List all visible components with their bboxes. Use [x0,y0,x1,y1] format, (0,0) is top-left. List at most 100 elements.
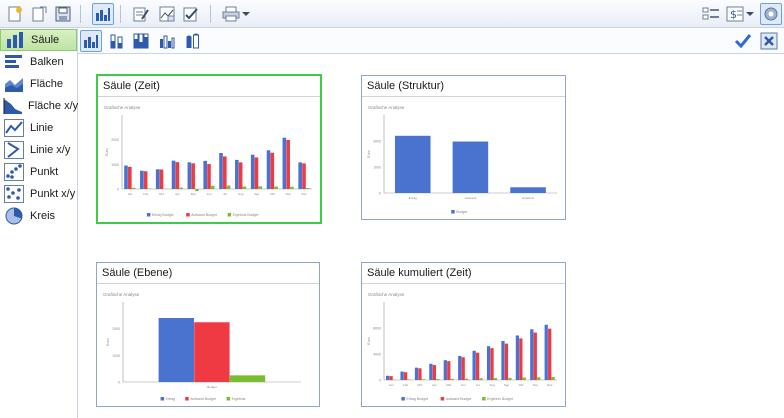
x-tick-label: Jun [207,192,212,196]
bar [479,378,483,380]
line-xy-chart-icon [3,140,25,160]
legend-label: Budget [456,210,467,214]
column-3d-icon[interactable] [156,30,178,52]
chart-title: Grafische Analyse [368,292,405,297]
x-tick-label: Mrz [159,192,164,196]
bar [386,375,390,380]
save-icon[interactable] [52,3,74,25]
edit-icon[interactable] [130,3,152,25]
sidebar-item-label: Säule [31,34,60,46]
chart-title: Grafische Analyse [103,292,140,297]
sidebar-item-kreis[interactable]: Kreis [0,205,77,227]
x-tick-label: Dez [547,383,553,387]
y-tick-label: 1000 [111,163,119,167]
chart-card-saeule-zeit[interactable]: Säule (Zeit) Grafische Analyse 0 1000 2000 E… [96,74,322,224]
legend-swatch [186,213,190,217]
chart-preview: Grafische Analyse 0 1000 2000 Euro Ertrag Aufw… [367,105,557,214]
x-tick-label: Sep [254,192,260,196]
x-tick-label: Nov [286,192,292,196]
column-cylinder-icon[interactable] [182,30,204,52]
y-tick-label: 0 [118,381,120,385]
sidebar-item-flaeche[interactable]: Fläche [0,73,77,95]
bar [389,376,393,380]
x-tick-label: Mrz [418,383,423,387]
bar [195,189,199,191]
x-tick-label: Ergebnis [522,196,534,200]
bar [418,368,422,380]
sidebar-item-saeule[interactable]: Säule [0,29,77,51]
confirm-check-icon[interactable] [732,30,754,52]
toolbar-separator [80,5,81,23]
sidebar-item-punkt[interactable]: Punkt [0,161,77,183]
print-dropdown-chevron-icon[interactable] [240,3,252,25]
column-stacked-icon[interactable] [106,30,128,52]
bar [290,186,294,189]
legend-swatch [451,210,455,214]
chart-card-saeule-ebene[interactable]: Säule (Ebene) Grafische Analyse 0 1000 2000… [96,262,320,407]
chart-type-sidebar: Säule Balken Fläche Fläche x/y Linie Lin… [0,28,78,418]
close-x-icon[interactable] [758,30,780,52]
bar [187,162,192,189]
chart-variant-toolbar [78,28,784,54]
chart-title: Grafische Analyse [368,105,405,110]
bar [128,166,132,189]
sidebar-item-punkt-xy[interactable]: Punkt x/y [0,183,77,205]
bar [450,378,454,380]
new-document-icon[interactable] [4,3,26,25]
bar [229,375,266,382]
chart-card-saeule-kumuliert-zeit[interactable]: Säule kumuliert (Zeit) Grafische Analyse… [361,262,566,407]
x-tick-label: Budget [207,385,217,389]
card-title: Säule (Zeit) [103,80,160,92]
legend-swatch [160,397,165,401]
bar [250,154,255,189]
legend-label: Aufwand Budget [190,397,216,401]
bar [203,160,207,189]
bar [548,328,552,380]
bar [274,186,278,189]
open-document-icon[interactable] [28,3,50,25]
sidebar-item-flaeche-xy[interactable]: Fläche x/y [0,95,78,117]
chart-edit-icon[interactable] [156,3,178,25]
column-chart-icon[interactable] [92,3,114,25]
bar [219,152,223,189]
currency-dropdown-chevron-icon[interactable] [744,3,756,25]
bar [238,162,243,189]
x-tick-label: Nov [533,383,539,387]
column-stacked-percent-icon[interactable] [130,30,152,52]
x-tick-label: Mai [191,192,196,196]
column-chart-icon [4,30,26,50]
bar [508,377,512,380]
bar [551,377,555,380]
bar [400,371,404,380]
bar [515,335,520,380]
bar [286,139,290,189]
chart-card-saeule-struktur[interactable]: Säule (Struktur) Grafische Analyse 0 1000 2… [361,75,566,220]
bar [298,162,302,189]
bar [159,169,164,189]
pie-chart-icon [3,206,25,226]
column-clustered-icon[interactable] [80,30,102,52]
legend-swatch [226,397,231,401]
bar [447,361,451,380]
legend-label: Aufwand Budget [446,397,472,401]
currency-icon[interactable]: $ [724,3,746,25]
sidebar-item-linie-xy[interactable]: Linie x/y [0,139,77,161]
bar [493,378,498,380]
bar [501,341,505,380]
layout-icon[interactable] [700,3,722,25]
legend-swatch [401,397,405,401]
sidebar-item-linie[interactable]: Linie [0,117,77,139]
settings-icon[interactable] [760,3,782,25]
sidebar-item-balken[interactable]: Balken [0,51,77,73]
sidebar-item-label: Balken [30,56,64,68]
legend-swatch [185,397,189,401]
sidebar-item-label: Linie [30,122,54,134]
sidebar-item-label: Kreis [30,210,56,222]
chart-title: Grafische Analyse [104,105,141,110]
check-edit-icon[interactable] [180,3,202,25]
bar [140,170,144,189]
card-title: Säule kumuliert (Zeit) [367,267,472,279]
bar [407,379,411,380]
print-icon[interactable] [220,3,242,25]
x-tick-label: Feb [143,192,149,196]
